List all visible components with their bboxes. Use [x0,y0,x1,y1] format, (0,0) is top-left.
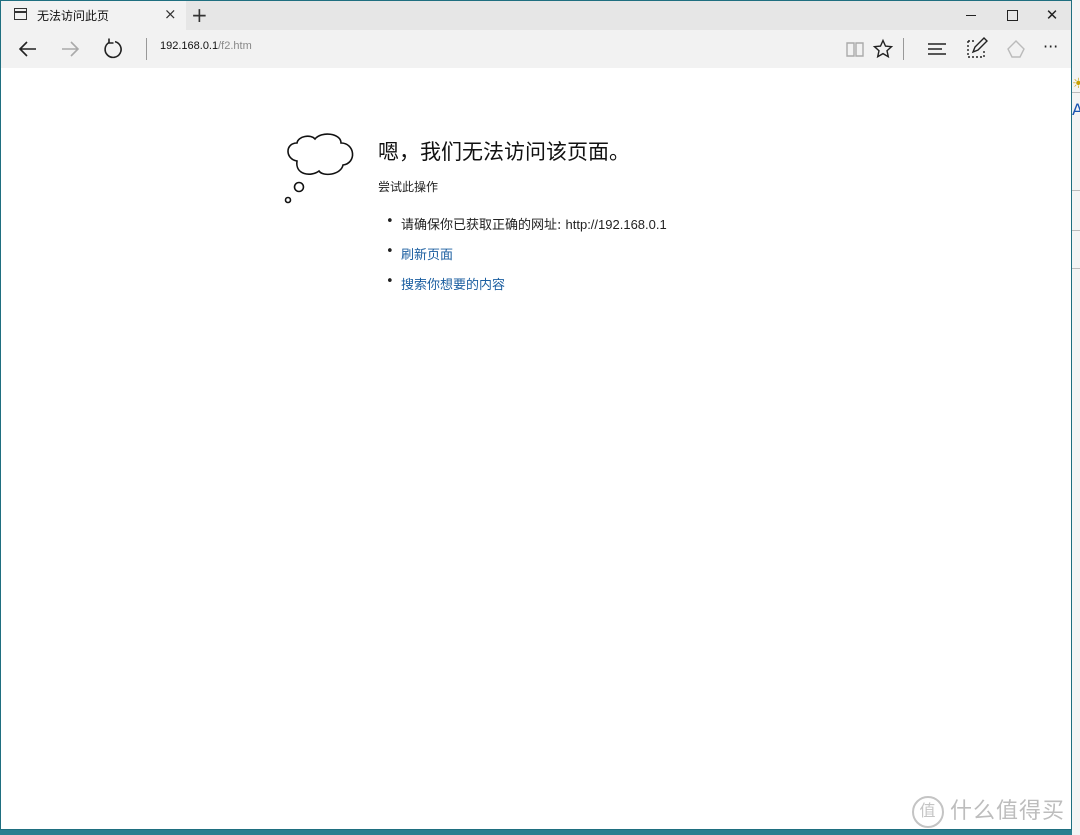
arrow-left-icon[interactable] [16,37,40,61]
maximize-button[interactable] [992,1,1032,30]
tab-current[interactable]: 无法访问此页 × [1,1,186,30]
search-content-link[interactable]: 搜索你想要的内容 [401,278,505,293]
watermark-logo: 值 [912,796,944,828]
divider [146,38,147,60]
list-item: 搜索你想要的内容 [386,274,667,304]
address-host: 192.168.0.1 [160,40,219,52]
background-fragment: A [1072,100,1080,119]
list-item: 刷新页面 [386,244,667,274]
browser-window: 无法访问此页 × + ✕ 192.168.0.1/f2.htm ··· 嗯，我们… [0,0,1072,830]
background-fragment: ☀ [1072,76,1080,92]
more-button[interactable]: ··· [1043,37,1067,61]
close-button[interactable]: ✕ [1032,1,1072,30]
address-field[interactable]: 192.168.0.1/f2.htm [160,40,252,52]
minimize-button[interactable] [951,1,991,30]
refresh-icon[interactable] [101,37,125,61]
watermark: 值什么值得买 [912,793,1065,828]
star-icon[interactable] [871,37,895,61]
tab-bar: 无法访问此页 × + ✕ [1,1,1071,30]
thought-cloud-icon [284,133,354,204]
error-subtitle: 尝试此操作 [378,180,439,194]
background-window: ☀ A [1072,0,1080,835]
suggestion-url: http://192.168.0.1 [565,217,667,232]
divider [1072,190,1080,191]
share-icon[interactable] [1004,37,1028,61]
maximize-icon [1006,10,1018,21]
error-page: 嗯，我们无法访问该页面。 尝试此操作 请确保你已获取正确的网址: http://… [1,68,1071,830]
hub-icon[interactable] [925,37,949,61]
divider [1072,92,1080,93]
watermark-text: 什么值得买 [950,799,1066,824]
close-icon[interactable]: × [164,5,177,23]
tab-title: 无法访问此页 [37,9,110,23]
navigation-bar: 192.168.0.1/f2.htm ··· [1,30,1071,68]
page-icon [14,8,27,20]
divider [903,38,904,60]
divider [1072,230,1080,231]
more-icon: ··· [1043,37,1059,56]
close-icon: ✕ [1045,6,1059,24]
suggestion-list: 请确保你已获取正确的网址: http://192.168.0.1 刷新页面 搜索… [386,214,667,304]
arrow-right-icon[interactable] [58,37,82,61]
minimize-icon [966,14,976,17]
address-path: /f2.htm [218,40,252,52]
refresh-page-link[interactable]: 刷新页面 [401,248,453,263]
plus-icon[interactable]: + [191,3,208,27]
book-icon[interactable] [843,37,867,61]
list-item: 请确保你已获取正确的网址: http://192.168.0.1 [386,214,667,244]
pen-note-icon[interactable] [964,37,988,61]
divider [1072,268,1080,269]
page-title: 嗯，我们无法访问该页面。 [378,140,630,164]
suggestion-text: 请确保你已获取正确的网址: [401,218,566,233]
